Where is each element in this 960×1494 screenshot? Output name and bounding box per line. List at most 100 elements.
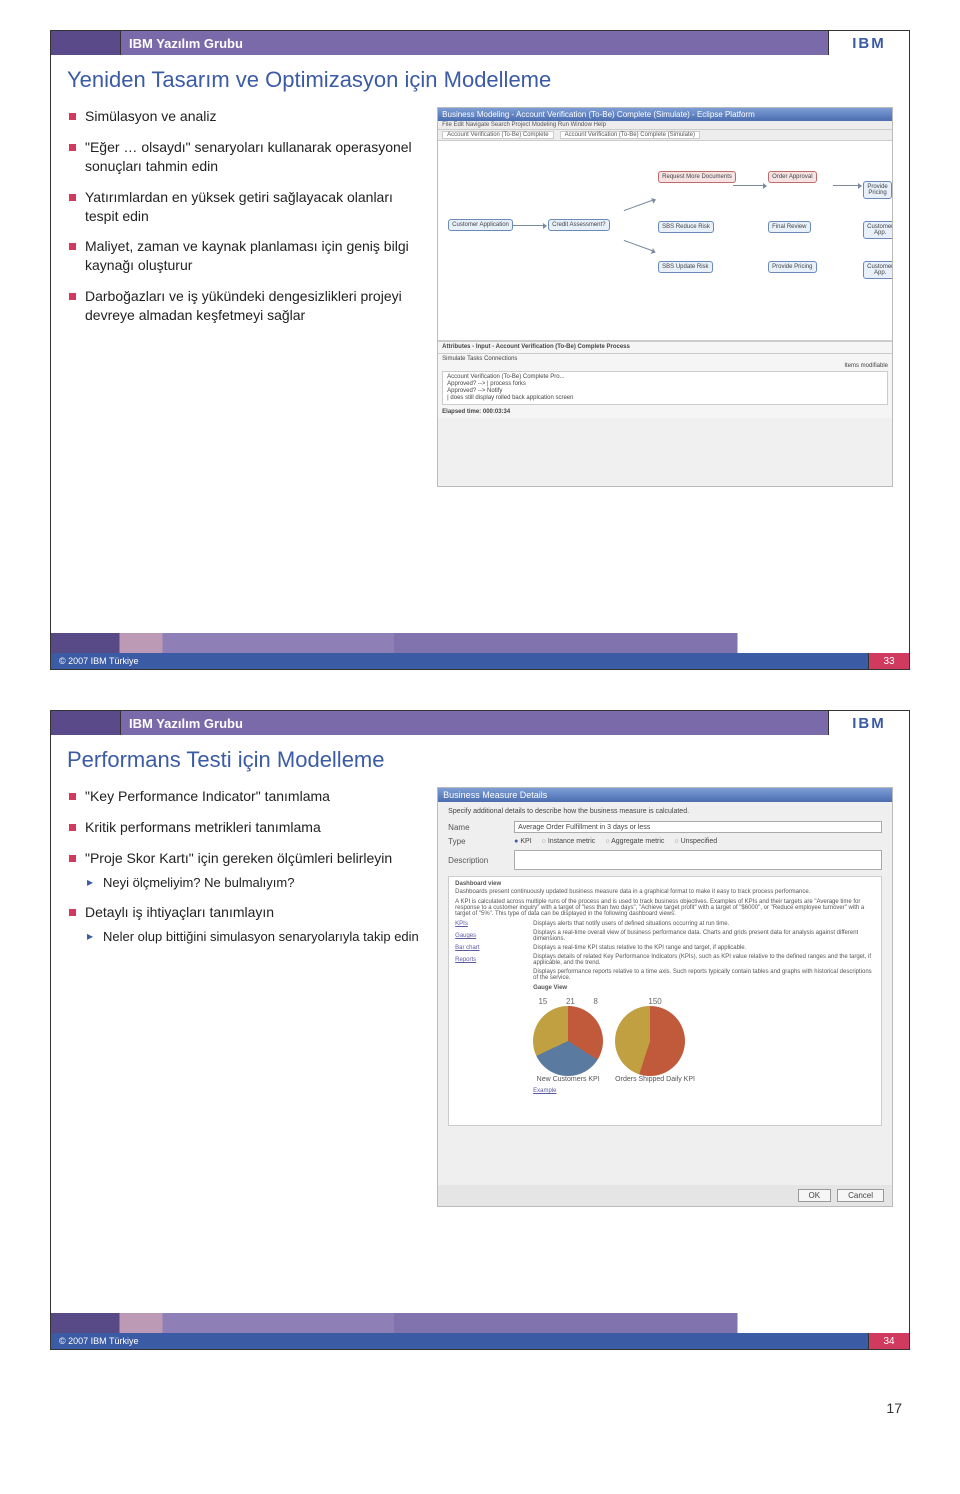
bullet: Darboğazları ve iş yükündeki dengesizlik… bbox=[67, 287, 425, 325]
radio-kpi[interactable]: KPI bbox=[514, 838, 531, 845]
bullet-text: Detaylı iş ihtiyaçları tanımlayın bbox=[85, 904, 274, 920]
window-title: Business Modeling - Account Verification… bbox=[438, 108, 892, 121]
name-label: Name bbox=[448, 823, 508, 832]
slide-footer: © 2007 IBM Türkiye 33 bbox=[51, 633, 909, 669]
example-link[interactable]: Example bbox=[533, 1088, 875, 1094]
panel-title: Attributes - Input - Account Verificatio… bbox=[442, 344, 888, 350]
side-link[interactable]: Bar chart bbox=[455, 945, 525, 951]
tab: Account Verification (To-Be) Complete (S… bbox=[560, 131, 700, 139]
side-link[interactable]: Gauges bbox=[455, 933, 525, 939]
side-text: Displays alerts that notify users of def… bbox=[533, 921, 875, 927]
desc-label: Description bbox=[448, 856, 508, 865]
gauge-title: Gauge View bbox=[533, 985, 875, 991]
dashboard-header: Dashboard view bbox=[455, 881, 875, 887]
pie1-label: 8 bbox=[593, 997, 597, 1006]
flow-node: Customer App. bbox=[863, 261, 893, 279]
kpi-note: A KPI is calculated across multiple runs… bbox=[455, 899, 875, 917]
bullet: Simülasyon ve analiz bbox=[67, 107, 425, 126]
flow-node: Credit Assessment? bbox=[548, 219, 609, 231]
menu-bar: File Edit Navigate Search Project Modeli… bbox=[438, 121, 892, 130]
slide-2: IBM Yazılım Grubu IBM Performans Testi i… bbox=[50, 710, 910, 1350]
sub-bullet: Neler olup bittiğini simulasyon senaryol… bbox=[85, 928, 425, 946]
pie-chart-2 bbox=[615, 1006, 685, 1076]
side-text: Displays performance reports relative to… bbox=[533, 969, 875, 981]
side-link[interactable]: Reports bbox=[455, 957, 525, 963]
setting: Account Verification (To-Be) Complete Pr… bbox=[447, 374, 883, 380]
bullet: Yatırımlardan en yüksek getiri sağlayaca… bbox=[67, 188, 425, 226]
title-stub bbox=[51, 711, 121, 735]
bullet-list: "Key Performance Indicator" tanımlama Kr… bbox=[67, 787, 425, 946]
slide-number: 33 bbox=[869, 653, 909, 669]
dialog-buttons: OK Cancel bbox=[438, 1185, 892, 1206]
bullet: "Proje Skor Kartı" için gereken ölçümler… bbox=[67, 849, 425, 891]
ibm-logo: IBM bbox=[829, 711, 909, 735]
bullet-text: "Proje Skor Kartı" için gereken ölçümler… bbox=[85, 850, 392, 866]
slide-body: Yeniden Tasarım ve Optimizasyon için Mod… bbox=[51, 55, 909, 635]
bullet: "Key Performance Indicator" tanımlama bbox=[67, 787, 425, 806]
pie2-label: 150 bbox=[648, 997, 661, 1006]
page-number: 17 bbox=[50, 1390, 910, 1416]
title-stub bbox=[51, 31, 121, 55]
pie1-label: 15 bbox=[538, 997, 547, 1006]
process-canvas: Customer Application Credit Assessment? … bbox=[438, 141, 892, 341]
dashboard-section: Dashboard view Dashboards present contin… bbox=[448, 876, 882, 1126]
flow-node: Order Approval bbox=[768, 171, 816, 183]
dialog-title: Business Measure Details bbox=[438, 788, 892, 802]
dialog-screenshot: Business Measure Details Specify additio… bbox=[437, 787, 893, 1207]
flow-node: SBS Reduce Risk bbox=[658, 221, 714, 233]
slide-number: 34 bbox=[869, 1333, 909, 1349]
radio-instance[interactable]: Instance metric bbox=[542, 838, 596, 845]
flow-node: Provide Pricing bbox=[768, 261, 816, 273]
setting: Approved? --> Notify bbox=[447, 388, 883, 394]
dialog-subtitle: Specify additional details to describe h… bbox=[448, 808, 882, 815]
bullet: "Eğer … olsaydı" senaryoları kullanarak … bbox=[67, 138, 425, 176]
chart1-title: New Customers KPI bbox=[533, 1076, 603, 1083]
ok-button[interactable]: OK bbox=[798, 1189, 832, 1202]
slide-title: Yeniden Tasarım ve Optimizasyon için Mod… bbox=[67, 67, 893, 93]
tab: Account Verification (To-Be) Complete bbox=[442, 131, 553, 139]
footer-decoration bbox=[51, 633, 909, 653]
bullet-list: Simülasyon ve analiz "Eğer … olsaydı" se… bbox=[67, 107, 425, 325]
type-label: Type bbox=[448, 837, 508, 846]
flow-node: Final Review bbox=[768, 221, 810, 233]
copyright: © 2007 IBM Türkiye bbox=[51, 1333, 869, 1349]
slide-title: Performans Testi için Modelleme bbox=[67, 747, 893, 773]
side-text: Displays a real-time overall view of bus… bbox=[533, 930, 875, 942]
setting: Approved? --> | process forks bbox=[447, 381, 883, 387]
slide-group: IBM Yazılım Grubu bbox=[121, 711, 829, 735]
dashboard-intro: Dashboards present continuously updated … bbox=[455, 889, 875, 895]
radio-unspecified[interactable]: Unspecified bbox=[674, 838, 717, 845]
setting: | does still display rolled back applcat… bbox=[447, 395, 883, 401]
name-input[interactable]: Average Order Fulfillment in 3 days or l… bbox=[514, 821, 882, 833]
title-bar: IBM Yazılım Grubu IBM bbox=[51, 711, 909, 735]
radio-aggregate[interactable]: Aggregate metric bbox=[605, 838, 664, 845]
tabs-row: Simulate Tasks Connections bbox=[442, 356, 888, 362]
bullet: Detaylı iş ihtiyaçları tanımlayın Neler … bbox=[67, 903, 425, 945]
flow-node: SBS Update Risk bbox=[658, 261, 712, 273]
slide-group: IBM Yazılım Grubu bbox=[121, 31, 829, 55]
setting-label: Items modifiable bbox=[442, 363, 888, 369]
chart2-title: Orders Shipped Daily KPI bbox=[615, 1076, 695, 1083]
slide-footer: © 2007 IBM Türkiye 34 bbox=[51, 1313, 909, 1349]
copyright: © 2007 IBM Türkiye bbox=[51, 653, 869, 669]
side-text: Displays details of related Key Performa… bbox=[533, 954, 875, 966]
dashboard-sidebar: KPIs Gauges Bar chart Reports bbox=[455, 921, 525, 1094]
ibm-logo: IBM bbox=[829, 31, 909, 55]
slide-1: IBM Yazılım Grubu IBM Yeniden Tasarım ve… bbox=[50, 30, 910, 670]
pie1-label: 21 bbox=[566, 997, 575, 1006]
sub-bullet: Neyi ölçmeliyim? Ne bulmalıyım? bbox=[85, 874, 425, 892]
type-radio-group[interactable]: KPI Instance metric Aggregate metric Uns… bbox=[514, 838, 717, 845]
desc-input[interactable] bbox=[514, 850, 882, 870]
flow-node: Customer Application bbox=[448, 219, 513, 231]
flow-node: Provide Pricing bbox=[863, 181, 892, 199]
slide-body: Performans Testi için Modelleme "Key Per… bbox=[51, 735, 909, 1315]
attributes-panel: Attributes - Input - Account Verificatio… bbox=[438, 341, 892, 353]
title-bar: IBM Yazılım Grubu IBM bbox=[51, 31, 909, 55]
cancel-button[interactable]: Cancel bbox=[837, 1189, 884, 1202]
bullet: Maliyet, zaman ve kaynak planlaması için… bbox=[67, 237, 425, 275]
side-link[interactable]: KPIs bbox=[455, 921, 525, 927]
footer-decoration bbox=[51, 1313, 909, 1333]
bullet: Kritik performans metrikleri tanımlama bbox=[67, 818, 425, 837]
flow-node: Request More Documents bbox=[658, 171, 736, 183]
embedded-screenshot: Business Modeling - Account Verification… bbox=[437, 107, 893, 487]
